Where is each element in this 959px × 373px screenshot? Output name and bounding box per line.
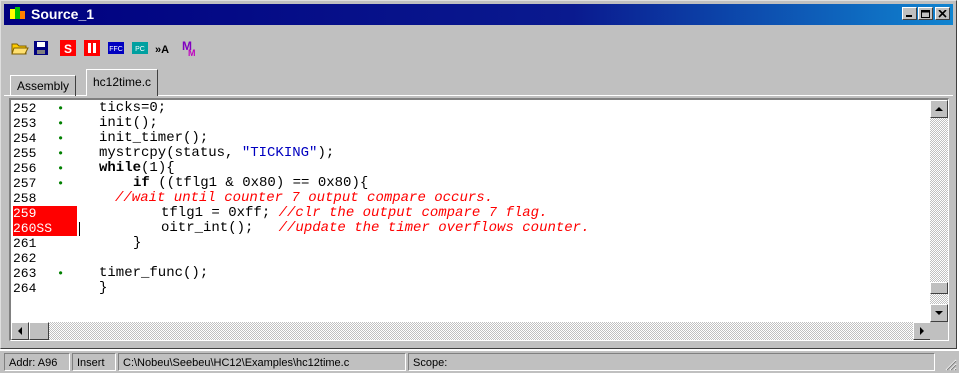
app-icon [10, 7, 25, 19]
minimize-button[interactable] [902, 7, 917, 20]
close-button[interactable] [935, 7, 950, 20]
breakpoint-line-number[interactable]: 259 [13, 206, 77, 221]
code-line: init(); [99, 115, 158, 131]
arrow-right-icon [920, 327, 924, 335]
s-icon[interactable]: S [59, 39, 77, 57]
status-scope: Scope: [408, 353, 935, 371]
line-number-row[interactable]: 254 • [13, 131, 77, 146]
instruction-dot-icon: • [57, 177, 65, 191]
arrow-up-icon [935, 107, 943, 111]
instruction-dot-icon: • [57, 117, 65, 131]
code-line: } [99, 280, 108, 296]
resize-grip-icon[interactable] [943, 357, 957, 371]
save-icon[interactable] [32, 39, 50, 57]
line-number-row[interactable]: 257 • [13, 176, 77, 191]
line-number-row[interactable]: 252 • [13, 101, 77, 116]
code-comment: //wait until counter 7 output compare oc… [115, 190, 494, 206]
scroll-thumb[interactable] [930, 282, 948, 294]
svg-text:PC: PC [135, 46, 145, 53]
scroll-left-button[interactable] [11, 322, 29, 340]
line-number-row[interactable]: 258 [13, 191, 77, 206]
svg-text:FFC: FFC [109, 46, 123, 53]
tab-strip: Assembly hc12time.c [4, 65, 953, 96]
arrow-down-icon [935, 311, 943, 315]
scroll-up-button[interactable] [930, 100, 948, 118]
code-line: while(1){ [99, 160, 175, 176]
instruction-dot-icon: • [57, 132, 65, 146]
scroll-right-button[interactable] [913, 322, 931, 340]
horizontal-scrollbar[interactable] [11, 322, 931, 340]
code-line: tflg1 = 0xff; //clr the output compare 7… [161, 205, 548, 221]
instruction-dot-icon: • [57, 162, 65, 176]
status-bar: Addr: A96 Insert C:\Nobeu\Seebeu\HC12\Ex… [0, 351, 959, 373]
code-line: mystrcpy(status, "TICKING"); [99, 145, 335, 161]
instruction-dot-icon: • [57, 267, 65, 281]
line-number-row[interactable]: 256 • [13, 161, 77, 176]
tab-assembly[interactable]: Assembly [10, 75, 77, 96]
source-window: Source_1 S FFC PC »A M M Assembly hc12ti… [0, 0, 957, 349]
source-editor[interactable]: 252 • 253 • 254 • 255 • 256 • 257 • 258 259 26… [9, 98, 949, 341]
code-line: } [133, 235, 142, 251]
arrow-left-icon [18, 327, 22, 335]
code-line: oitr_int(); //update the timer overflows… [161, 220, 590, 236]
window-title: Source_1 [31, 6, 95, 22]
open-folder-icon[interactable] [11, 39, 29, 57]
scrollbar-corner [930, 322, 948, 340]
maximize-icon [921, 10, 930, 18]
tab-hc12time[interactable]: hc12time.c [86, 69, 159, 96]
code-area[interactable]: ticks=0; init(); init_timer(); mystrcpy(… [99, 100, 924, 340]
status-address: Addr: A96 [4, 353, 70, 371]
text-caret [79, 222, 80, 236]
instruction-dot-icon: • [57, 102, 65, 116]
title-bar[interactable]: Source_1 [4, 4, 953, 25]
line-number-row[interactable]: 263 • [13, 266, 77, 281]
svg-text:»A: »A [155, 44, 169, 56]
line-number-row[interactable]: 255 • [13, 146, 77, 161]
break-icon[interactable] [83, 39, 101, 57]
vertical-scrollbar[interactable] [930, 100, 948, 322]
status-mode: Insert [72, 353, 116, 371]
svg-text:S: S [64, 42, 72, 56]
svg-text:M: M [188, 48, 196, 57]
maximize-button[interactable] [918, 7, 933, 20]
find-icon[interactable]: »A [154, 39, 176, 57]
scroll-thumb-horizontal[interactable] [29, 322, 49, 340]
minimize-icon [906, 15, 912, 17]
line-number-row[interactable]: 264 [13, 281, 77, 296]
pc-icon[interactable]: PC [131, 39, 149, 57]
line-number-row[interactable]: 262 [13, 251, 77, 266]
code-line: if ((tflg1 & 0x80) == 0x80){ [133, 175, 369, 191]
ffc-icon[interactable]: FFC [107, 39, 125, 57]
marker-icon[interactable]: M M [182, 39, 200, 57]
close-icon [938, 10, 947, 18]
current-line-number[interactable]: 260SS [13, 221, 77, 236]
code-line: ticks=0; [99, 100, 167, 116]
code-line: init_timer(); [99, 130, 209, 146]
line-number-row[interactable]: 261 [13, 236, 77, 251]
status-file-path: C:\Nobeu\Seebeu\HC12\Examples\hc12time.c [118, 353, 406, 371]
line-gutter: 252 • 253 • 254 • 255 • 256 • 257 • 258 259 26… [11, 100, 77, 340]
code-line: timer_func(); [99, 265, 209, 281]
scroll-down-button[interactable] [930, 304, 948, 322]
line-number-row[interactable]: 253 • [13, 116, 77, 131]
instruction-dot-icon: • [57, 147, 65, 161]
